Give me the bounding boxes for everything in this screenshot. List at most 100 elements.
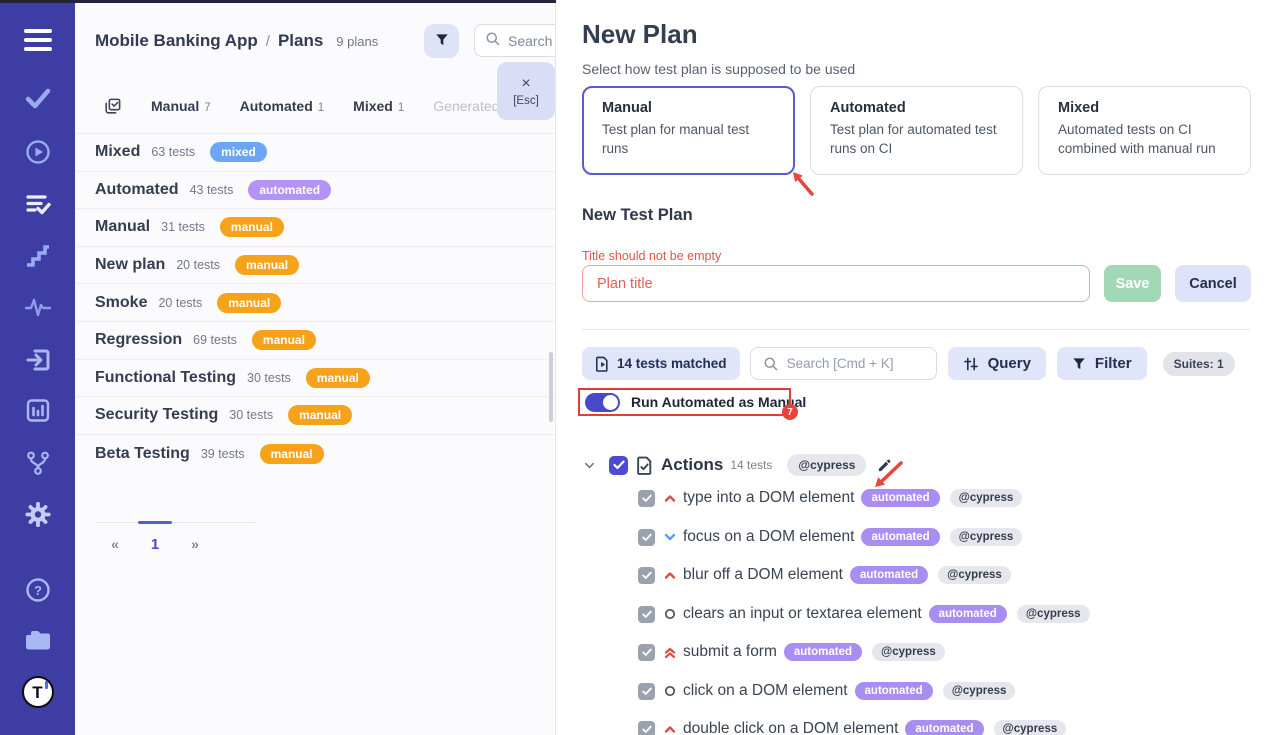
plan-badge: manual [306, 368, 370, 388]
app-logo[interactable]: T [22, 676, 54, 708]
query-button[interactable]: Query [948, 347, 1046, 380]
close-panel-button[interactable]: × [Esc] [497, 62, 555, 120]
filter-button[interactable]: Filter [1057, 347, 1147, 380]
scrollbar-thumb[interactable] [549, 352, 553, 422]
sidebar: ? T [0, 0, 75, 735]
menu-icon[interactable] [23, 27, 53, 53]
test-checkbox[interactable] [638, 721, 655, 735]
pagination-page-1[interactable]: 1 [135, 536, 175, 553]
plan-type-card-mixed[interactable]: Mixed Automated tests on CI combined wit… [1038, 86, 1251, 175]
automated-badge: automated [861, 528, 939, 546]
tab-automated[interactable]: Automated1 [240, 98, 325, 114]
tab-manual[interactable]: Manual7 [151, 98, 211, 114]
suite-name[interactable]: Actions [661, 455, 723, 475]
test-checkbox[interactable] [638, 490, 655, 507]
plan-type-card-manual[interactable]: Manual Test plan for manual test runs [582, 86, 795, 175]
automated-badge: automated [850, 566, 928, 584]
settings-gear-icon[interactable] [24, 501, 51, 528]
test-row[interactable]: click on a DOM element automated @cypres… [638, 680, 1015, 702]
plan-badge: manual [217, 293, 281, 313]
milestones-steps-icon[interactable] [25, 244, 51, 268]
tab-mixed[interactable]: Mixed1 [353, 98, 404, 114]
test-row[interactable]: clears an input or textarea element auto… [638, 603, 1090, 625]
plan-row-functional-testing[interactable]: Functional Testing30 testsmanual [75, 360, 556, 398]
priority-low-icon [663, 530, 677, 544]
test-checkbox[interactable] [638, 683, 655, 700]
test-row[interactable]: submit a form automated @cypress [638, 641, 945, 663]
analytics-chart-icon[interactable] [25, 398, 50, 423]
test-checkbox[interactable] [638, 529, 655, 546]
funnel-icon [435, 33, 449, 50]
plan-type-cards: Manual Test plan for manual test runs Au… [582, 86, 1251, 175]
test-row[interactable]: blur off a DOM element automated @cypres… [638, 564, 1011, 586]
plans-filter-button[interactable] [424, 24, 459, 58]
priority-high-icon [663, 491, 677, 505]
chevron-down-icon[interactable] [582, 458, 597, 473]
plan-row-beta-testing[interactable]: Beta Testing39 testsmanual [75, 435, 556, 473]
plan-badge: mixed [210, 142, 267, 162]
app-window: ? T Mobile Banking App / Plans 9 plans ×… [0, 0, 1280, 735]
pagination-prev[interactable]: « [95, 536, 135, 553]
plan-row-manual[interactable]: Manual31 testsmanual [75, 209, 556, 247]
plan-list: Mixed63 testsmixed Automated43 testsauto… [75, 133, 556, 472]
tests-check-icon[interactable] [25, 87, 51, 109]
tests-search[interactable] [750, 347, 937, 380]
plans-search-input[interactable] [508, 33, 556, 49]
plan-row-new-plan[interactable]: New plan20 testsmanual [75, 247, 556, 285]
test-checkbox[interactable] [638, 606, 655, 623]
breadcrumb-project[interactable]: Mobile Banking App [95, 31, 258, 51]
suite-test-count: 14 tests [730, 458, 772, 472]
logo-icon: T [22, 676, 54, 708]
plans-search[interactable] [474, 24, 556, 57]
cypress-tag: @cypress [950, 489, 1023, 507]
suite-checkbox[interactable] [609, 456, 628, 475]
tab-generated[interactable]: Generated [433, 98, 499, 114]
plan-row-smoke[interactable]: Smoke20 testsmanual [75, 284, 556, 322]
projects-folder-icon[interactable] [24, 628, 52, 652]
priority-high-icon [663, 568, 677, 582]
plan-row-automated[interactable]: Automated43 testsautomated [75, 172, 556, 210]
plans-count: 9 plans [336, 34, 378, 49]
plans-list-check-icon[interactable] [25, 192, 51, 216]
cancel-button[interactable]: Cancel [1175, 265, 1251, 302]
edit-pencil-icon[interactable] [877, 458, 892, 473]
plan-row-mixed[interactable]: Mixed63 testsmixed [75, 134, 556, 172]
priority-normal-icon [663, 607, 677, 621]
plan-row-regression[interactable]: Regression69 testsmanual [75, 322, 556, 360]
plan-type-tabs: Manual7 Automated1 Mixed1 Generated [103, 92, 499, 120]
search-icon [763, 356, 778, 371]
test-row[interactable]: focus on a DOM element automated @cypres… [638, 526, 1022, 548]
sign-in-icon[interactable] [25, 347, 51, 373]
suite-document-icon [636, 456, 653, 475]
tests-search-input[interactable] [787, 356, 927, 371]
select-plans-icon[interactable] [103, 97, 122, 116]
run-automated-as-manual-toggle[interactable] [585, 393, 620, 412]
toggle-label: Run Automated as Manual [631, 394, 806, 410]
test-checkbox[interactable] [638, 644, 655, 661]
funnel-icon [1072, 357, 1086, 371]
automated-badge: automated [855, 682, 933, 700]
test-row[interactable]: type into a DOM element automated @cypre… [638, 487, 1022, 509]
plan-type-card-automated[interactable]: Automated Test plan for automated test r… [810, 86, 1023, 175]
breadcrumb-page: Plans [278, 31, 323, 51]
test-row[interactable]: double click on a DOM element automated … [638, 718, 1066, 735]
pulse-activity-icon[interactable] [24, 296, 52, 318]
tests-matched-button[interactable]: 14 tests matched [582, 347, 740, 380]
cypress-tag: @cypress [994, 720, 1067, 735]
cypress-tag: @cypress [950, 528, 1023, 546]
pagination-next[interactable]: » [175, 536, 215, 553]
plan-badge: manual [220, 217, 284, 237]
plan-row-security-testing[interactable]: Security Testing30 testsmanual [75, 397, 556, 435]
plan-title-input[interactable] [582, 265, 1090, 302]
branches-icon[interactable] [25, 450, 51, 476]
divider [582, 329, 1250, 330]
form-heading: New Test Plan [582, 206, 693, 225]
save-button[interactable]: Save [1104, 265, 1161, 302]
test-checkbox[interactable] [638, 567, 655, 584]
help-icon[interactable]: ? [25, 577, 51, 603]
cypress-tag: @cypress [1017, 605, 1090, 623]
runs-play-icon[interactable] [25, 139, 51, 165]
breadcrumb: Mobile Banking App / Plans 9 plans [95, 24, 378, 58]
svg-text:?: ? [34, 583, 42, 598]
sliders-icon [963, 356, 979, 372]
